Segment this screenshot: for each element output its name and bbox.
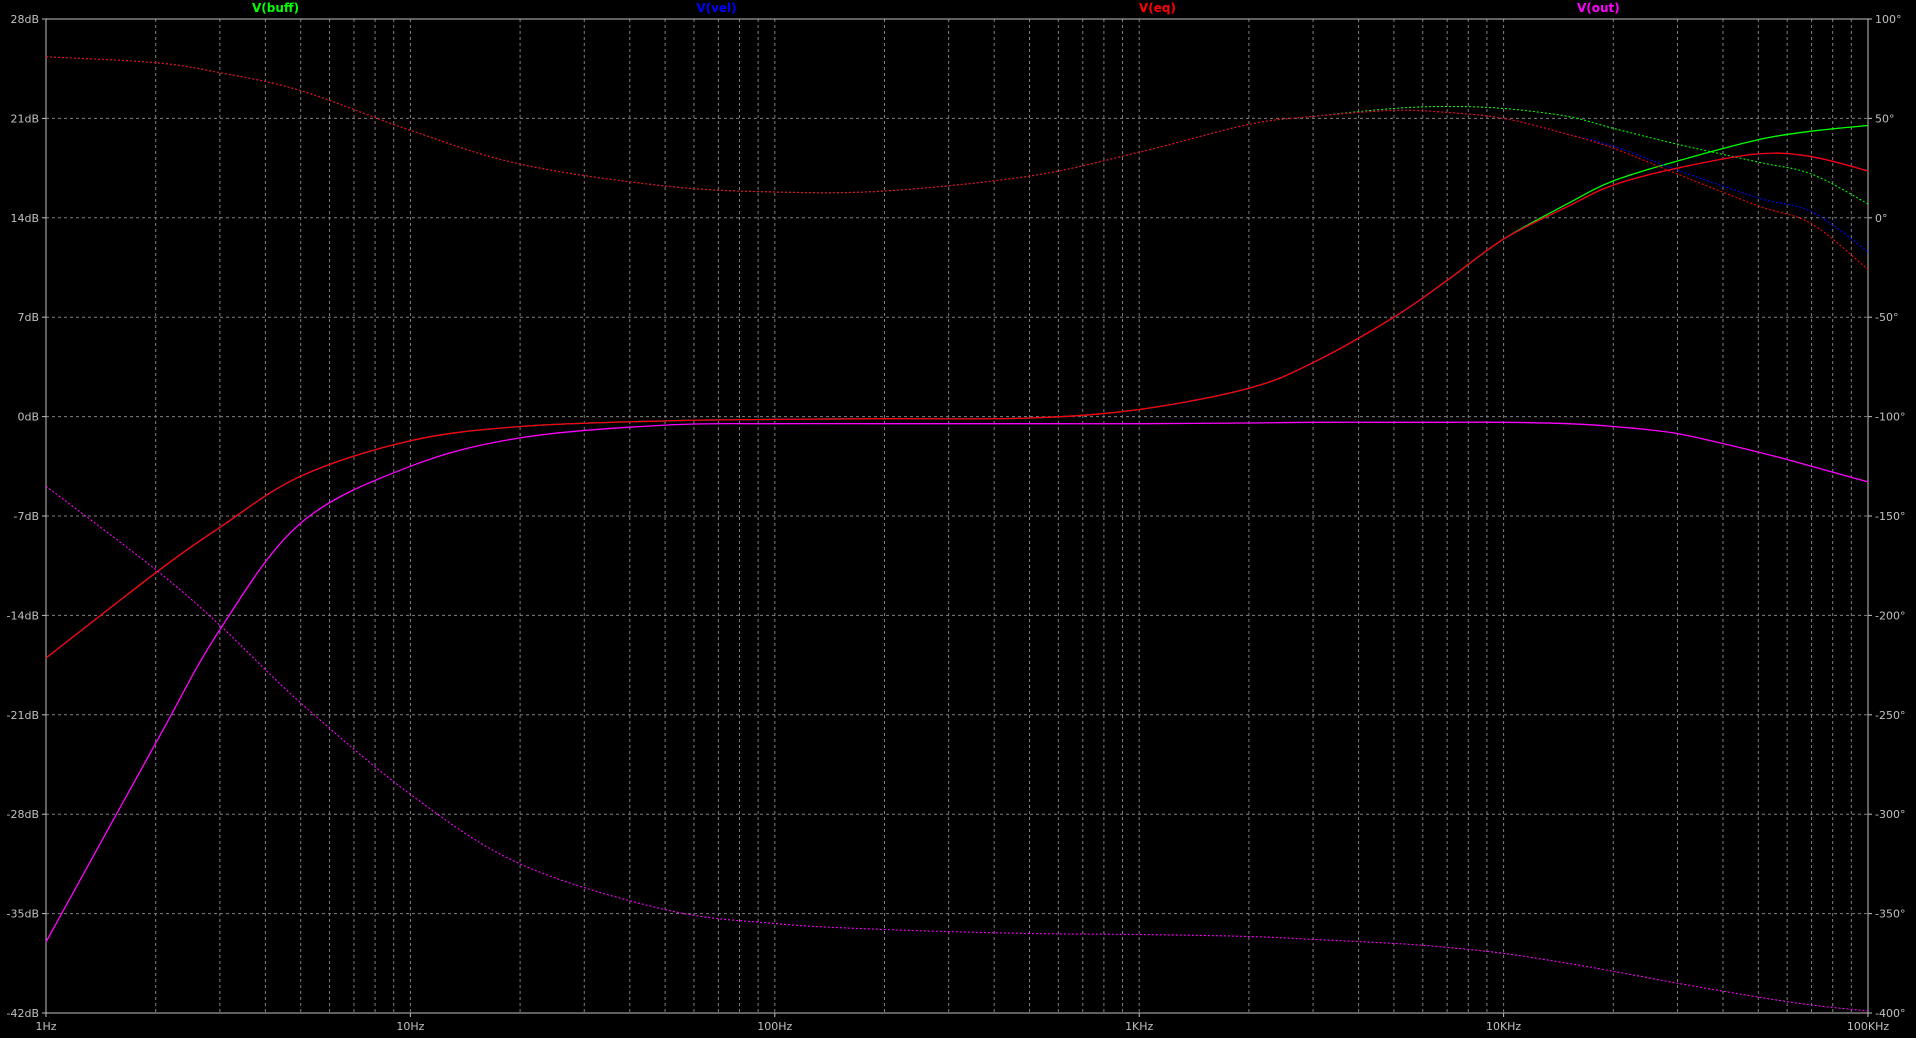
- bode-plot: 1Hz 10Hz 100Hz 1KHz 10KHz 100KHz 28dB 21dB 14dB…: [0, 0, 1916, 1038]
- y-right-tick-label: -300°: [1875, 808, 1905, 821]
- y-left-tick-label: -14dB: [7, 609, 40, 622]
- x-tick-label: 1KHz: [1125, 1020, 1153, 1033]
- y-left-tick-label: -35dB: [7, 908, 40, 921]
- y-right-tick-label: 0°: [1875, 212, 1888, 225]
- y-right-tick-label: -250°: [1875, 709, 1905, 722]
- legend-v-buff[interactable]: V(buff): [252, 1, 299, 15]
- y-right-tick-label: -150°: [1875, 510, 1905, 523]
- y-left-tick-label: 0dB: [17, 411, 39, 424]
- x-tick-label: 100KHz: [1847, 1020, 1889, 1033]
- y-left-tick-label: -7dB: [14, 510, 40, 523]
- y-left-tick-label: 7dB: [17, 311, 39, 324]
- y-right-tick-label: -400°: [1875, 1007, 1905, 1020]
- y-left-tick-label: 14dB: [10, 212, 39, 225]
- y-left-tick-label: 21dB: [10, 112, 39, 125]
- y-right-tick-label: 100°: [1875, 13, 1902, 26]
- x-tick-label: 10Hz: [396, 1020, 424, 1033]
- legend-v-eq[interactable]: V(eq): [1139, 1, 1176, 15]
- y-right-tick-label: -200°: [1875, 609, 1905, 622]
- y-right-tick-label: -100°: [1875, 411, 1905, 424]
- y-left-tick-label: -42dB: [7, 1007, 40, 1020]
- x-tick-label: 1Hz: [35, 1020, 56, 1033]
- y-right-tick-label: 50°: [1875, 112, 1895, 125]
- y-left-tick-label: 28dB: [10, 13, 39, 26]
- x-tick-label: 10KHz: [1486, 1020, 1521, 1033]
- plot-background: [0, 0, 1916, 1038]
- y-right-tick-label: -350°: [1875, 908, 1905, 921]
- y-left-tick-label: -21dB: [7, 709, 40, 722]
- y-right-tick-label: -50°: [1875, 311, 1898, 324]
- legend-v-vel[interactable]: V(vel): [696, 1, 736, 15]
- y-left-tick-label: -28dB: [7, 808, 40, 821]
- legend-v-out[interactable]: V(out): [1577, 1, 1620, 15]
- x-tick-label: 100Hz: [757, 1020, 792, 1033]
